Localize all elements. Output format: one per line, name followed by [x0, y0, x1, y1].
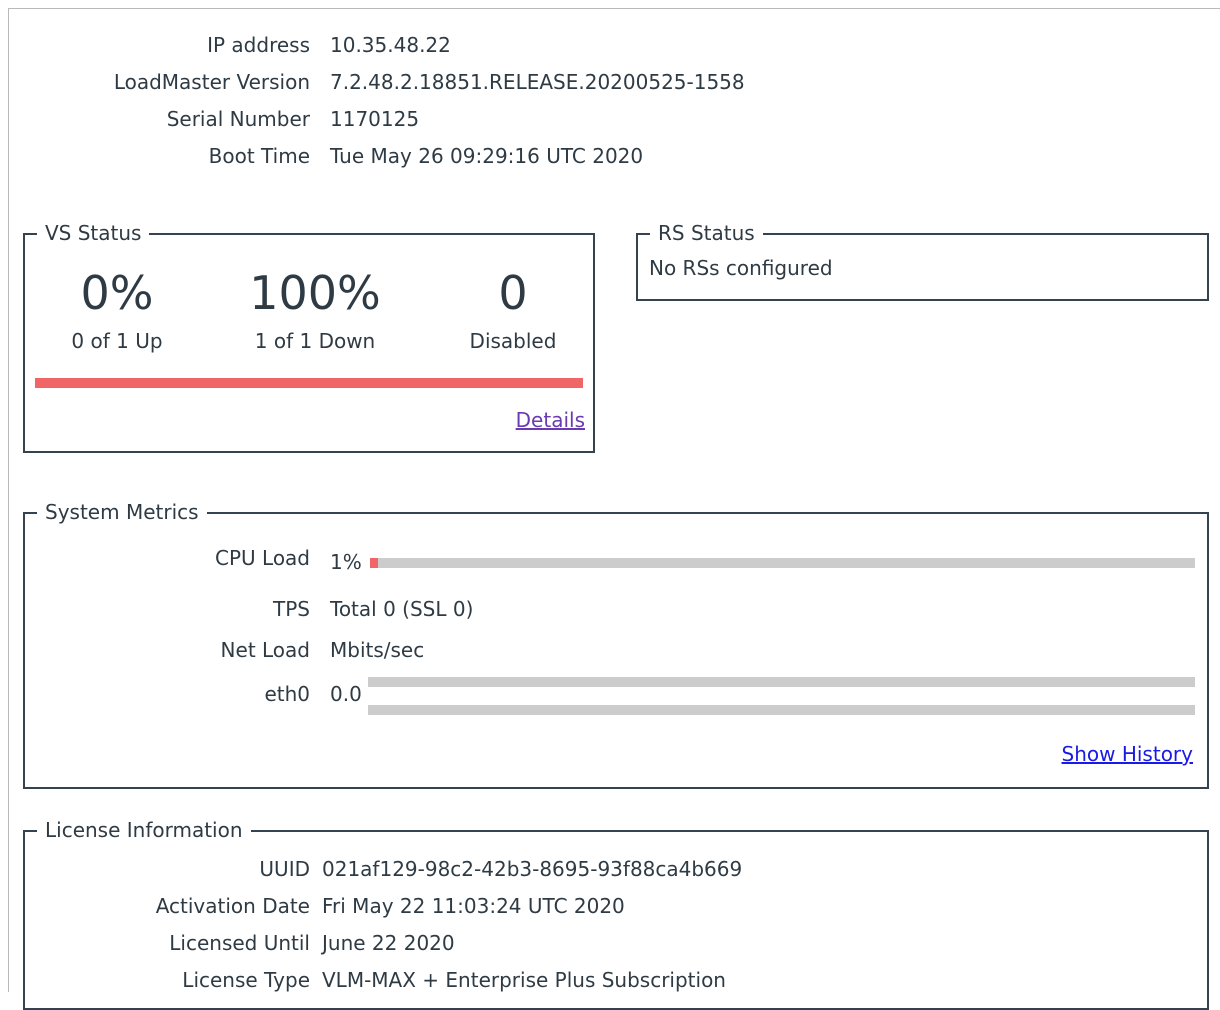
uuid-value: 021af129-98c2-42b3-8695-93f88ca4b669: [322, 857, 743, 881]
boot-time-value: Tue May 26 09:29:16 UTC 2020: [330, 144, 644, 168]
system-metrics-title: System Metrics: [37, 500, 207, 524]
legend-corner: [23, 512, 25, 520]
eth0-out-bar: [368, 705, 1195, 715]
activation-date-label: Activation Date: [155, 894, 310, 918]
eth0-value: 0.0: [330, 682, 362, 706]
vs-disabled-count: 0: [498, 266, 528, 320]
ip-address-value: 10.35.48.22: [330, 33, 451, 57]
ip-address-label: IP address: [207, 33, 310, 57]
license-type-value: VLM-MAX + Enterprise Plus Subscription: [322, 968, 726, 992]
legend-corner: [636, 233, 638, 241]
license-title: License Information: [37, 818, 251, 842]
show-history-link[interactable]: Show History: [1062, 742, 1193, 766]
vs-disabled-text: Disabled: [469, 329, 557, 353]
uuid-label: UUID: [259, 857, 310, 881]
vs-status-title: VS Status: [37, 221, 150, 245]
tps-value: Total 0 (SSL 0): [330, 597, 474, 621]
cpu-load-label: CPU Load: [215, 546, 310, 570]
boot-time-label: Boot Time: [208, 144, 310, 168]
net-load-unit: Mbits/sec: [330, 638, 425, 662]
licensed-until-value: June 22 2020: [322, 931, 455, 955]
serial-value: 1170125: [330, 107, 420, 131]
rs-status-panel: RS Status No RSs configured: [636, 221, 1209, 301]
vs-down-text: 1 of 1 Down: [254, 329, 376, 353]
rs-status-message: No RSs configured: [649, 256, 833, 280]
cpu-load-value: 1%: [330, 550, 362, 574]
vs-up-text: 0 of 1 Up: [71, 329, 163, 353]
vs-status-panel: VS Status 0% 0 of 1 Up 100% 1 of 1 Down …: [23, 221, 595, 453]
vs-status-bar: [35, 378, 583, 388]
cpu-load-fill: [370, 558, 378, 568]
vs-up-percent: 0%: [80, 266, 154, 320]
serial-label: Serial Number: [166, 107, 310, 131]
cpu-load-bar: [370, 558, 1195, 568]
details-link[interactable]: Details: [516, 408, 585, 432]
legend-corner: [23, 233, 25, 241]
eth0-in-bar: [368, 677, 1195, 687]
version-value: 7.2.48.2.18851.RELEASE.20200525-1558: [330, 70, 745, 94]
tps-label: TPS: [273, 597, 310, 621]
system-metrics-panel: System Metrics CPU Load 1% TPS Total 0 (…: [23, 500, 1209, 789]
net-load-label: Net Load: [220, 638, 310, 662]
version-label: LoadMaster Version: [113, 70, 310, 94]
license-type-label: License Type: [182, 968, 310, 992]
licensed-until-label: Licensed Until: [169, 931, 310, 955]
legend-corner: [23, 830, 25, 838]
vs-down-percent: 100%: [249, 266, 381, 320]
activation-date-value: Fri May 22 11:03:24 UTC 2020: [322, 894, 625, 918]
license-panel: License Information UUID 021af129-98c2-4…: [23, 818, 1209, 1010]
eth0-label: eth0: [264, 682, 310, 706]
rs-status-title: RS Status: [650, 221, 763, 245]
